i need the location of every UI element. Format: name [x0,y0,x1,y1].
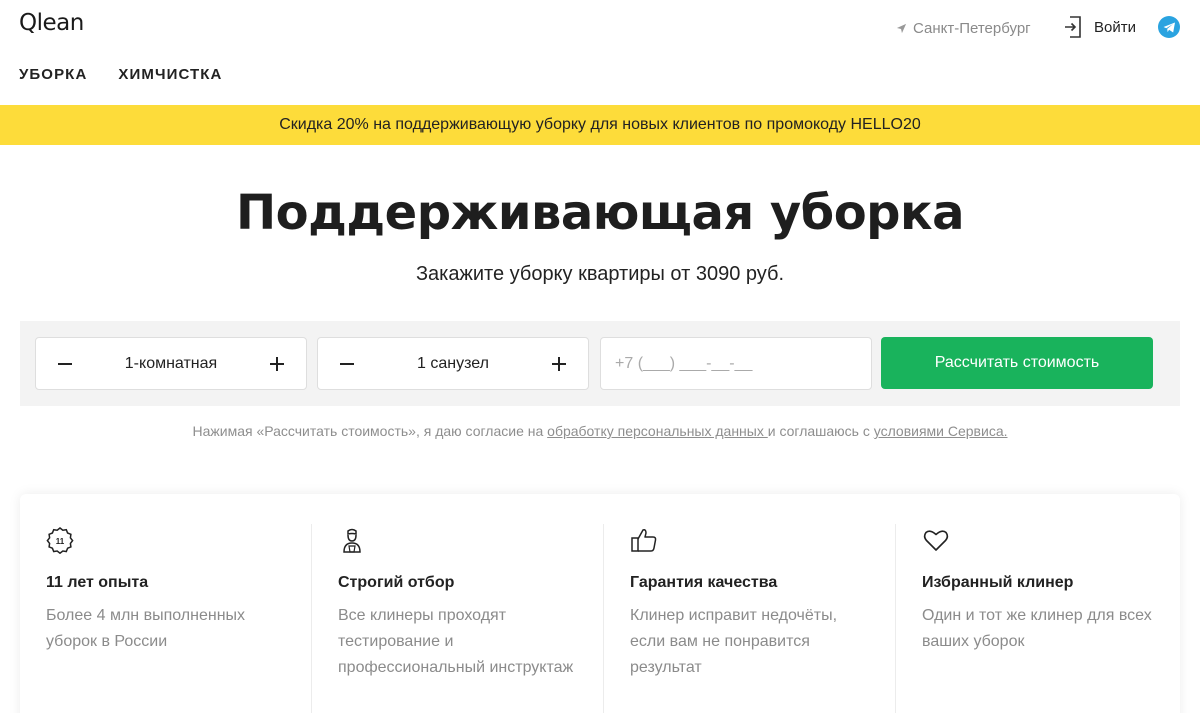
top-bar: Qlean Санкт-Петербург Войти УБОРКА ХИМЧИ… [0,0,1200,105]
rooms-stepper: 1-комнатная [35,337,307,390]
calculate-price-button[interactable]: Рассчитать стоимость [881,337,1153,389]
consent-before: Нажимая «Рассчитать стоимость», я даю со… [192,423,548,439]
baths-value: 1 санузел [417,354,489,372]
baths-stepper: 1 санузел [317,337,589,390]
feature-title: Строгий отбор [338,574,455,591]
feature-text: Один и тот же клинер для всех ваших убор… [922,607,1152,650]
login-label: Войти [1094,18,1136,36]
feature-quality: Гарантия качества Клинер исправит недочё… [604,494,896,713]
feature-text: Более 4 млн выполненных уборок в России [46,607,246,650]
feature-text: Клинер исправит недочёты, если вам не по… [630,607,838,676]
plus-icon [269,356,284,371]
feature-favorite-cleaner: Избранный клинер Один и тот же клинер дл… [896,494,1188,713]
baths-increment-button[interactable] [548,353,570,375]
cleaner-person-icon [343,528,361,553]
minus-icon [340,362,354,365]
svg-text:11: 11 [56,537,65,546]
city-selector[interactable]: Санкт-Петербург [896,18,1031,38]
personal-data-link[interactable]: обработку персональных данных [547,423,768,439]
promo-banner[interactable]: Скидка 20% на поддерживающую уборку для … [0,105,1200,145]
phone-input[interactable] [600,337,872,390]
feature-text: Все клинеры проходят тестирование и проф… [338,607,574,676]
plus-icon [552,356,566,371]
order-form: 1-комнатная 1 санузел Рассчитать стоимос… [20,321,1180,406]
rooms-decrement-button[interactable] [54,353,76,375]
baths-decrement-button[interactable] [336,353,358,375]
login-icon [1065,16,1081,38]
heart-icon [923,530,949,551]
feature-title: 11 лет опыта [46,574,149,591]
service-terms-link[interactable]: условиями Сервиса. [874,423,1008,439]
feature-title: Гарантия качества [630,574,778,591]
page-subtitle: Закажите уборку квартиры от 3090 руб. [415,263,785,285]
main-nav: УБОРКА ХИМЧИСТКА [19,66,223,83]
minus-icon [58,362,72,365]
feature-experience: 11 11 лет опыта Более 4 млн выполненных … [20,494,312,713]
thumbs-up-icon [631,529,657,552]
nav-item-cleaning[interactable]: УБОРКА [19,66,87,83]
features-panel: 11 11 лет опыта Более 4 млн выполненных … [20,494,1180,713]
login-button[interactable]: Войти [1064,14,1136,40]
consent-text: Нажимая «Рассчитать стоимость», я даю со… [0,423,1200,439]
logo[interactable]: Qlean [19,10,84,36]
telegram-icon [1163,21,1175,33]
city-label: Санкт-Петербург [913,19,1031,37]
medal-11-icon: 11 [46,527,74,554]
telegram-button[interactable] [1158,16,1180,38]
nav-item-dry-cleaning[interactable]: ХИМЧИСТКА [118,66,222,83]
feature-title: Избранный клинер [922,574,1074,591]
rooms-increment-button[interactable] [266,353,288,375]
page-title: Поддерживающая уборка [235,185,965,241]
rooms-value: 1-комнатная [124,354,218,372]
location-arrow-icon [896,23,907,33]
consent-middle: и соглашаюсь с [767,423,874,439]
feature-selection: Строгий отбор Все клинеры проходят тести… [312,494,604,713]
